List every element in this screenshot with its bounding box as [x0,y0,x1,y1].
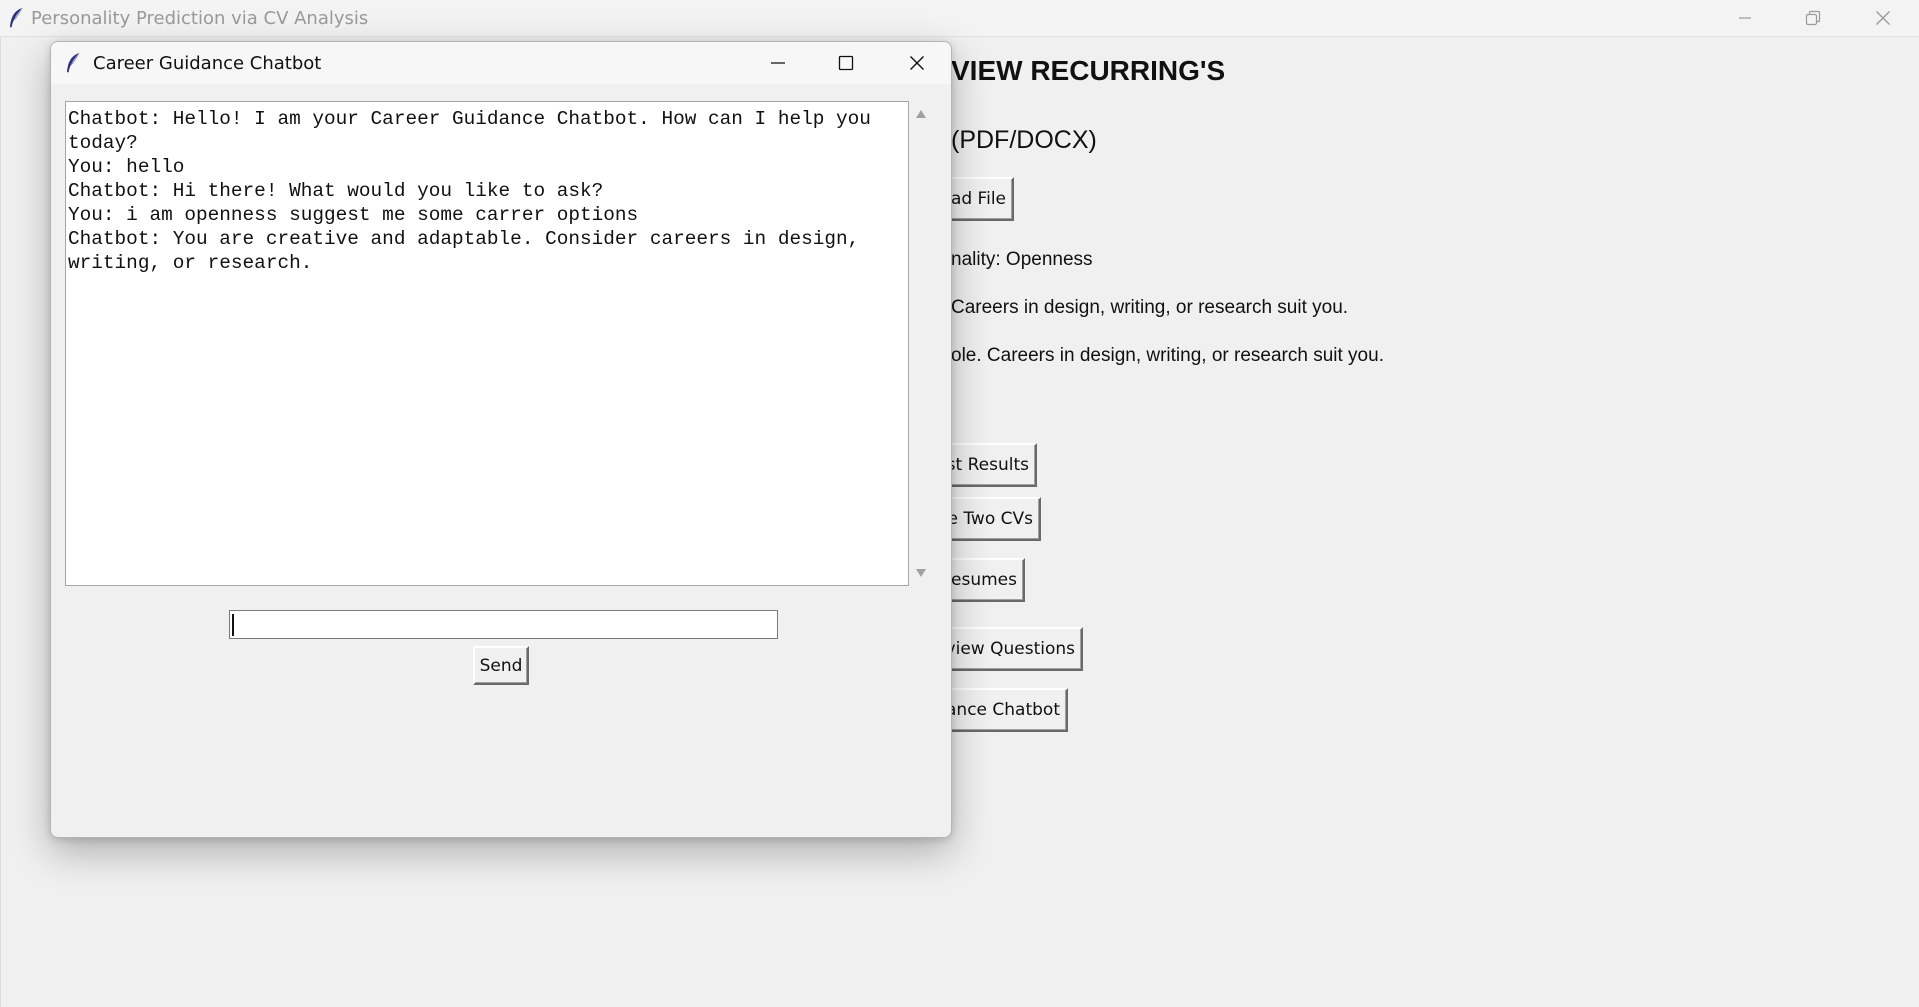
chatbot-dialog-title: Career Guidance Chatbot [93,53,322,74]
personality-result-label: nality: Openness [951,249,1093,270]
chat-log-textbox[interactable]: Chatbot: Hello! I am your Career Guidanc… [65,101,909,586]
career-suggestion-label: Careers in design, writing, or research … [951,297,1349,318]
window-border [0,37,1,1007]
main-restore-button[interactable] [1783,0,1843,36]
dialog-minimize-button[interactable] [748,42,808,84]
chat-message: Chatbot: Hi there! What would you like t… [68,180,604,202]
text-cursor [232,614,234,636]
page-heading: VIEW RECURRING'S [951,55,1226,86]
main-close-button[interactable] [1853,0,1913,36]
scroll-up-arrow-icon[interactable] [915,109,927,119]
close-icon [910,56,924,70]
chat-log-scrollbar[interactable] [909,101,933,586]
minimize-icon [1739,17,1751,19]
close-icon [1876,11,1890,25]
feather-icon [67,52,80,73]
dialog-maximize-button[interactable] [816,42,876,84]
main-minimize-button[interactable] [1715,0,1775,36]
restore-icon [1805,10,1821,26]
chat-message: You: hello [68,156,185,178]
chat-message: You: i am openness suggest me some carre… [68,204,639,226]
feather-icon [10,7,23,28]
file-type-label: (PDF/DOCX) [951,126,1097,154]
maximize-icon [838,55,854,71]
dialog-close-button[interactable] [887,42,947,84]
interview-questions-button[interactable]: rview Questions [931,627,1083,671]
minimize-icon [771,62,785,64]
chat-message: Chatbot: Hello! I am your Career Guidanc… [68,108,883,154]
chatbot-dialog[interactable]: Career Guidance Chatbot Chatbot: Hello! … [50,41,952,838]
main-window-titlebar[interactable]: Personality Prediction via CV Analysis [0,0,1919,37]
send-button[interactable]: Send [473,646,529,685]
chat-message-input[interactable] [229,610,778,639]
chatbot-dialog-titlebar[interactable]: Career Guidance Chatbot [51,42,951,84]
summary-label: ole. Careers in design, writing, or rese… [951,345,1384,366]
chat-message: Chatbot: You are creative and adaptable.… [68,228,871,274]
scroll-down-arrow-icon[interactable] [915,568,927,578]
main-window-title: Personality Prediction via CV Analysis [31,8,369,29]
